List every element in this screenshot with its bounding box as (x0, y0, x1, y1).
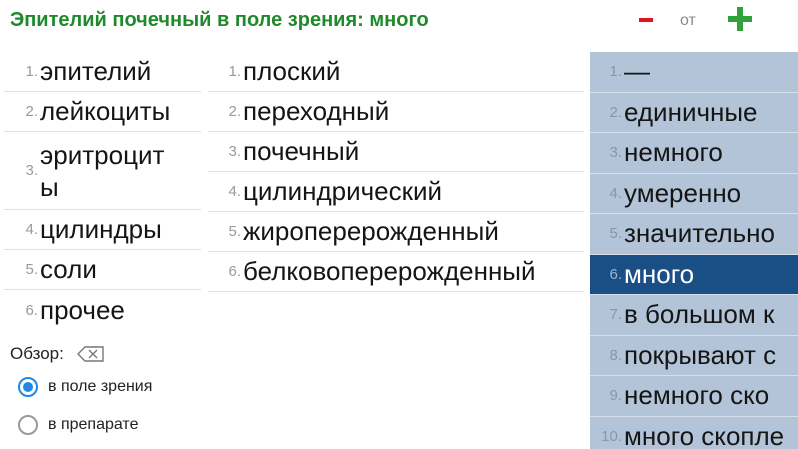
quantity-list[interactable]: 1. — 2. единичные 3. немного 4. умеренно… (590, 52, 798, 449)
from-label: от (680, 12, 696, 29)
item-label: много (624, 258, 695, 289)
item-number: 2. (609, 103, 622, 121)
category-item[interactable]: 3. эритроцит ы (4, 132, 201, 210)
item-number: 5. (609, 225, 622, 243)
item-label: соли (40, 254, 97, 284)
item-number: 6. (228, 263, 241, 280)
quantity-item[interactable]: 1. — (590, 52, 798, 93)
item-number: 4. (228, 183, 241, 200)
category-item[interactable]: 5. соли (4, 250, 201, 290)
item-number: 3. (609, 144, 622, 162)
item-label: цилиндрический (243, 176, 443, 206)
item-number: 8. (609, 346, 622, 364)
review-option-field[interactable]: в поле зрения (18, 377, 152, 397)
item-number: 1. (609, 63, 622, 81)
item-label: единичные (624, 96, 758, 127)
item-number: 1. (25, 63, 38, 80)
radio-button[interactable] (18, 415, 38, 435)
item-number: 3. (25, 162, 38, 179)
item-number: 9. (609, 387, 622, 405)
item-label: в большом к (624, 299, 775, 330)
item-number: 6. (609, 265, 622, 283)
item-label: немного (624, 137, 723, 168)
item-label: цилиндры (40, 214, 162, 244)
item-label: почечный (243, 136, 360, 166)
quantity-item[interactable]: 8. покрывают с (590, 336, 798, 376)
review-row: Обзор: (10, 344, 106, 364)
item-number: 5. (228, 223, 241, 240)
item-number: 5. (25, 261, 38, 278)
radio-button[interactable] (18, 377, 38, 397)
radio-label: в препарате (48, 416, 139, 433)
item-number: 2. (228, 103, 241, 120)
subtype-item[interactable]: 4. цилиндрический (208, 172, 584, 212)
quantity-item[interactable]: 6. много (590, 254, 798, 295)
item-label: прочее (40, 294, 125, 325)
item-label: значительно (624, 218, 775, 249)
item-label: покрывают с (624, 339, 777, 370)
item-number: 2. (25, 103, 38, 120)
category-item[interactable]: 2. лейкоциты (4, 92, 201, 132)
review-label: Обзор: (10, 344, 64, 363)
quantity-item[interactable]: 4. умеренно (590, 174, 798, 214)
radio-label: в поле зрения (48, 378, 153, 395)
subtype-item[interactable]: 2. переходный (208, 92, 584, 132)
item-label: — (624, 56, 650, 87)
review-option-slide[interactable]: в препарате (18, 415, 138, 435)
item-label: эпителий (40, 56, 152, 86)
subtype-item[interactable]: 5. жироперерожденный (208, 212, 584, 252)
item-number: 4. (609, 184, 622, 202)
item-number: 3. (228, 143, 241, 160)
category-list: 1. эпителий 2. лейкоциты 3. эритроцит ы … (4, 52, 201, 330)
item-number: 4. (25, 221, 38, 238)
minus-button[interactable] (634, 6, 658, 34)
item-label: плоский (243, 56, 341, 86)
category-item[interactable]: 4. цилиндры (4, 210, 201, 250)
backspace-clear-icon[interactable] (76, 345, 106, 363)
subtype-item[interactable]: 1. плоский (208, 52, 584, 92)
plus-button[interactable] (726, 5, 754, 33)
item-label: умеренно (624, 177, 742, 208)
item-label: переходный (243, 96, 390, 126)
minus-icon (639, 18, 653, 22)
quantity-item[interactable]: 2. единичные (590, 93, 798, 133)
item-number: 1. (228, 63, 241, 80)
quantity-item[interactable]: 3. немного (590, 133, 798, 174)
quantity-item[interactable]: 9. немного ско (590, 376, 798, 417)
item-number: 7. (609, 306, 622, 324)
item-label: много скопле (624, 420, 785, 449)
item-label: жироперерожденный (243, 216, 499, 246)
page-title: Эпителий почечный в поле зрения: много (10, 9, 429, 31)
subtype-item[interactable]: 3. почечный (208, 132, 584, 172)
item-label: эритроцит ы (40, 139, 165, 202)
category-item[interactable]: 1. эпителий (4, 52, 201, 92)
item-label: лейкоциты (40, 96, 171, 126)
quantity-item[interactable]: 5. значительно (590, 214, 798, 255)
subtype-list: 1. плоский 2. переходный 3. почечный 4. … (208, 52, 584, 292)
plus-icon-vertical (737, 7, 743, 31)
item-number: 10. (601, 427, 622, 445)
quantity-item[interactable]: 10. много скопле (590, 417, 798, 449)
header-bar: Эпителий почечный в поле зрения: много о… (0, 0, 798, 44)
category-item[interactable]: 6. прочее (4, 290, 201, 330)
quantity-item[interactable]: 7. в большом к (590, 295, 798, 336)
subtype-item[interactable]: 6. белковоперерожденный (208, 252, 584, 292)
item-label: немного ско (624, 380, 770, 411)
item-label: белковоперерожденный (243, 256, 536, 286)
item-number: 6. (25, 301, 38, 319)
